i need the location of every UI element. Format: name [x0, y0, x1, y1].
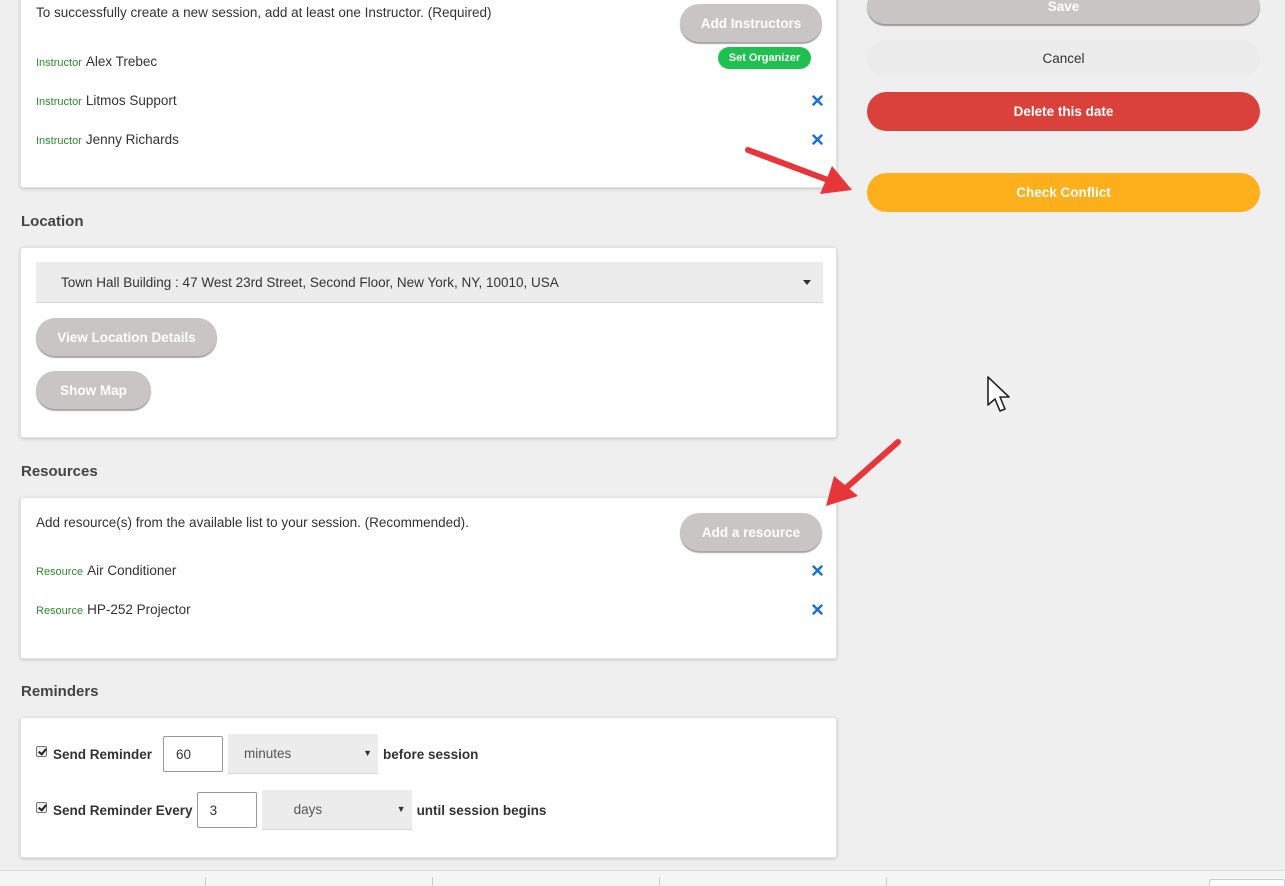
reminder-minutes-input[interactable]: 60 — [163, 736, 224, 772]
resources-heading: Resources — [21, 463, 98, 480]
instructor-tag: Instructor — [36, 57, 82, 69]
add-resource-button[interactable]: Add a resource — [680, 513, 822, 551]
view-location-details-button[interactable]: View Location Details — [36, 318, 217, 356]
instructor-name: Alex Trebec — [85, 54, 158, 69]
instructor-row: Instructor Litmos Support — [36, 93, 177, 108]
resource-row: Resource HP-252 Projector — [36, 602, 191, 617]
chevron-down-icon: ▼ — [363, 748, 373, 758]
instructors-card: To successfully create a new session, ad… — [20, 0, 837, 188]
reminder-every-input[interactable]: 3 — [196, 792, 257, 828]
reminder-row: Send Reminder Every 3 days ▼ until sessi… — [36, 790, 546, 830]
instructor-row: Instructor Jenny Richards — [36, 132, 179, 147]
resource-name: Air Conditioner — [87, 563, 177, 578]
reminders-card: Send Reminder 60 minutes ▼ before sessio… — [20, 717, 837, 858]
resource-name: HP-252 Projector — [87, 602, 191, 617]
delete-date-button[interactable]: Delete this date — [867, 92, 1260, 131]
chevron-down-icon — [803, 280, 811, 285]
mouse-cursor-icon — [987, 376, 1010, 412]
save-button[interactable]: Save — [867, 0, 1260, 24]
resource-tag: Resource — [36, 605, 84, 617]
location-heading: Location — [21, 213, 84, 230]
resources-card: Add resource(s) from the available list … — [20, 497, 837, 659]
footer-strip — [0, 870, 1285, 886]
instructor-tag: Instructor — [36, 135, 82, 147]
reminders-heading: Reminders — [21, 683, 99, 700]
reminder-suffix: before session — [383, 746, 479, 762]
add-instructors-button[interactable]: Add Instructors — [680, 4, 822, 42]
send-reminder-every-label: Send Reminder Every — [53, 802, 193, 818]
check-conflict-button[interactable]: Check Conflict — [867, 173, 1260, 212]
send-reminder-checkbox[interactable] — [36, 745, 47, 757]
reminder-unit-select[interactable]: minutes ▼ — [228, 734, 379, 774]
location-card: Town Hall Building : 47 West 23rd Street… — [20, 247, 837, 438]
resource-row: Resource Air Conditioner — [36, 563, 176, 578]
location-select[interactable]: Town Hall Building : 47 West 23rd Street… — [36, 262, 823, 303]
resources-help-text: Add resource(s) from the available list … — [36, 515, 469, 530]
reminder-every-unit-value: days — [293, 802, 323, 817]
remove-resource-icon[interactable] — [812, 565, 823, 576]
show-map-button[interactable]: Show Map — [36, 371, 151, 409]
reminder-every-suffix: until session begins — [416, 802, 547, 818]
reminder-every-unit-select[interactable]: days ▼ — [261, 790, 412, 830]
reminder-unit-value: minutes — [244, 746, 292, 761]
reminder-row: Send Reminder 60 minutes ▼ before sessio… — [36, 734, 478, 774]
chevron-down-icon: ▼ — [396, 804, 406, 814]
footer-divider — [205, 877, 206, 886]
set-organizer-button[interactable]: Set Organizer — [718, 47, 811, 69]
annotation-arrow-icon — [745, 147, 852, 194]
send-reminder-label: Send Reminder — [53, 746, 153, 762]
remove-resource-icon[interactable] — [812, 604, 823, 615]
instructor-tag: Instructor — [36, 96, 82, 108]
footer-divider — [432, 877, 433, 886]
location-select-value: Town Hall Building : 47 West 23rd Street… — [61, 274, 559, 290]
footer-divider — [659, 877, 660, 886]
cancel-button[interactable]: Cancel — [867, 40, 1260, 76]
annotation-arrow-icon — [826, 439, 901, 506]
footer-divider — [886, 877, 887, 886]
remove-instructor-icon[interactable] — [812, 95, 823, 106]
instructor-name: Jenny Richards — [85, 132, 179, 147]
instructor-name: Litmos Support — [85, 93, 177, 108]
send-reminder-every-checkbox[interactable] — [36, 801, 47, 813]
instructor-row: Instructor Alex Trebec — [36, 54, 157, 69]
resource-tag: Resource — [36, 566, 84, 578]
instructors-help-text: To successfully create a new session, ad… — [36, 5, 492, 20]
footer-box — [1209, 879, 1285, 886]
